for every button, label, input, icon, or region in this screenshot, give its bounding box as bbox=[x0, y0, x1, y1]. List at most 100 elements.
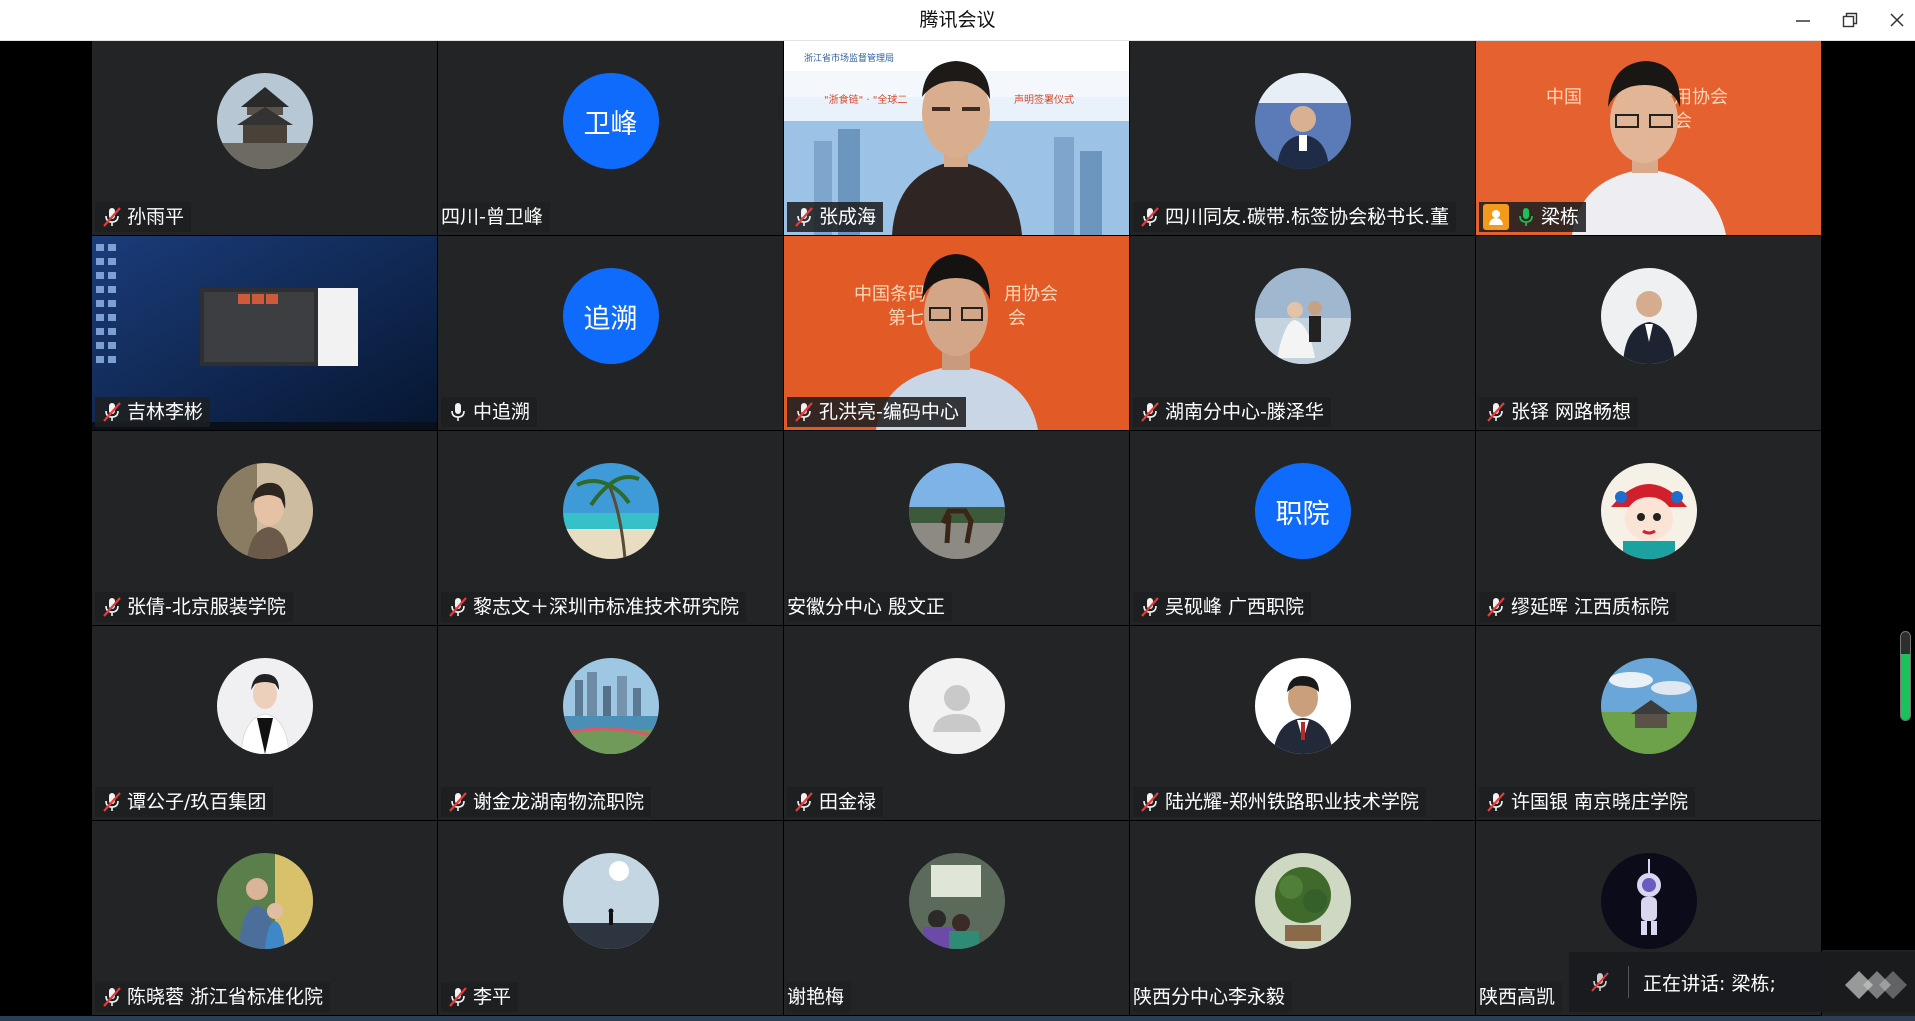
restore-button[interactable] bbox=[1835, 6, 1865, 34]
participant-name: 田金禄 bbox=[819, 791, 877, 813]
mic-muted-icon bbox=[1137, 594, 1163, 620]
svg-text:会: 会 bbox=[1008, 308, 1026, 329]
participant-tile[interactable]: 追溯 中追溯 bbox=[438, 236, 783, 430]
participant-tile[interactable]: 中国应用协会大会梁栋 bbox=[1476, 41, 1821, 235]
participant-tile[interactable]: 李平 bbox=[438, 821, 783, 1015]
participant-tile[interactable]: 职院吴砚峰 广西职院 bbox=[1130, 431, 1475, 625]
participant-tile[interactable]: 田金禄 bbox=[784, 626, 1129, 820]
muted-mic-icon[interactable] bbox=[1582, 964, 1618, 1000]
participant-name: 四川同友.碳带.标签协会秘书长.董 bbox=[1165, 206, 1450, 228]
avatar-initials: 追溯 bbox=[583, 303, 638, 335]
name-tag: 谢金龙湖南物流职院 bbox=[441, 787, 652, 817]
name-tag: 四川-曾卫峰 bbox=[441, 202, 550, 232]
participant-name: 谢艳梅 bbox=[787, 986, 845, 1008]
minimize-icon bbox=[1796, 20, 1810, 22]
participant-tile[interactable]: 陈晓蓉 浙江省标准化院 bbox=[92, 821, 437, 1015]
minimize-button[interactable] bbox=[1788, 6, 1818, 34]
participant-tile[interactable]: 陕西分中心李永毅 bbox=[1130, 821, 1475, 1015]
avatar-initials: 职院 bbox=[1275, 498, 1330, 530]
name-tag: 四川同友.碳带.标签协会秘书长.董 bbox=[1133, 202, 1457, 232]
avatar bbox=[216, 73, 313, 169]
title-bar: 腾讯会议 bbox=[0, 0, 1915, 41]
name-tag: 许国银 南京晓庄学院 bbox=[1479, 787, 1696, 817]
participant-name: 吉林李彬 bbox=[127, 401, 204, 423]
name-tag: 陕西分中心李永毅 bbox=[1133, 982, 1293, 1012]
participant-tile[interactable]: 孙雨平 bbox=[92, 41, 437, 235]
participant-tile[interactable]: 张铎 网路畅想 bbox=[1476, 236, 1821, 430]
participant-tile[interactable]: 中国条码 用协会 第七 会孔洪亮-编码中心 bbox=[784, 236, 1129, 430]
participant-tile[interactable]: 安徽分中心 殷文正 bbox=[784, 431, 1129, 625]
participant-tile[interactable]: 湖南分中心-滕泽华 bbox=[1130, 236, 1475, 430]
participant-name: 陕西分中心李永毅 bbox=[1133, 986, 1286, 1008]
avatar bbox=[216, 853, 313, 949]
name-tag: 梁栋 bbox=[1479, 202, 1587, 232]
name-tag: 谢艳梅 bbox=[787, 982, 852, 1012]
participant-name: 谭公子/玖百集团 bbox=[127, 791, 267, 813]
avatar bbox=[908, 853, 1005, 949]
participant-name: 张铎 网路畅想 bbox=[1511, 401, 1632, 423]
participant-name: 黎志文＋深圳市标准技术研究院 bbox=[473, 596, 740, 618]
participant-tile[interactable]: 谭公子/玖百集团 bbox=[92, 626, 437, 820]
window-title: 腾讯会议 bbox=[919, 9, 996, 31]
avatar bbox=[1600, 463, 1697, 559]
mic-muted-icon bbox=[1137, 789, 1163, 815]
name-tag: 陆光耀-郑州铁路职业技术学院 bbox=[1133, 787, 1426, 817]
mic-muted-icon bbox=[1137, 399, 1163, 425]
name-tag: 张铎 网路畅想 bbox=[1479, 397, 1639, 427]
avatar bbox=[562, 658, 659, 754]
name-tag: 孙雨平 bbox=[95, 202, 192, 232]
avatar bbox=[908, 463, 1005, 559]
participant-name: 湖南分中心-滕泽华 bbox=[1165, 401, 1324, 423]
participant-name: 安徽分中心 殷文正 bbox=[787, 596, 946, 618]
participant-tile[interactable]: 张倩-北京服装学院 bbox=[92, 431, 437, 625]
avatar bbox=[1254, 658, 1351, 754]
participant-name: 孙雨平 bbox=[127, 206, 185, 228]
name-tag: 谭公子/玖百集团 bbox=[95, 787, 274, 817]
name-tag: 安徽分中心 殷文正 bbox=[787, 592, 953, 622]
avatar bbox=[562, 463, 659, 559]
close-button[interactable] bbox=[1882, 6, 1912, 34]
participant-tile[interactable]: 许国银 南京晓庄学院 bbox=[1476, 626, 1821, 820]
svg-text:声明签署仪式: 声明签署仪式 bbox=[1014, 93, 1074, 106]
avatar: 卫峰 bbox=[562, 73, 659, 169]
name-tag: 张倩-北京服装学院 bbox=[95, 592, 293, 622]
participant-name: 陕西高凯 bbox=[1479, 986, 1556, 1008]
participant-name: 梁栋 bbox=[1541, 206, 1580, 228]
participant-tile[interactable]: 缪延晖 江西质标院 bbox=[1476, 431, 1821, 625]
avatar bbox=[1254, 73, 1351, 169]
participant-tile[interactable]: 黎志文＋深圳市标准技术研究院 bbox=[438, 431, 783, 625]
mic-muted-icon bbox=[1137, 204, 1163, 230]
participant-tile[interactable]: 卫峰四川-曾卫峰 bbox=[438, 41, 783, 235]
mic-muted-icon bbox=[445, 789, 471, 815]
participant-tile[interactable]: 陆光耀-郑州铁路职业技术学院 bbox=[1130, 626, 1475, 820]
avatar bbox=[908, 658, 1005, 754]
participant-name: 四川-曾卫峰 bbox=[441, 206, 543, 228]
participant-tile[interactable]: 浙江省市场监督管理局 "浙食链" · "全球二 声明签署仪式张成海 bbox=[784, 41, 1129, 235]
svg-text:浙江省市场监督管理局: 浙江省市场监督管理局 bbox=[804, 52, 894, 64]
svg-text:"浙食链" · "全球二: "浙食链" · "全球二 bbox=[824, 93, 907, 106]
participant-tile[interactable]: 四川同友.碳带.标签协会秘书长.董 bbox=[1130, 41, 1475, 235]
mic-active-icon bbox=[1513, 204, 1539, 230]
mic-icon bbox=[445, 399, 471, 425]
mic-muted-icon bbox=[791, 399, 817, 425]
svg-text:中国条码: 中国条码 bbox=[854, 284, 926, 305]
name-tag: 吴砚峰 广西职院 bbox=[1133, 592, 1312, 622]
svg-text:中国: 中国 bbox=[1546, 87, 1582, 108]
host-icon bbox=[1483, 204, 1509, 230]
avatar bbox=[1600, 268, 1697, 364]
participant-name: 吴砚峰 广西职院 bbox=[1165, 596, 1305, 618]
mic-muted-icon bbox=[445, 594, 471, 620]
avatar bbox=[1254, 853, 1351, 949]
participant-name: 孔洪亮-编码中心 bbox=[819, 401, 959, 423]
name-tag: 张成海 bbox=[787, 202, 884, 232]
mic-muted-icon bbox=[99, 789, 125, 815]
name-tag: 陈晓蓉 浙江省标准化院 bbox=[95, 982, 331, 1012]
meeting-stage: 孙雨平 卫峰四川-曾卫峰 浙江省市场监督管理局 "浙食链" · "全球二 声明签署仪式张… bbox=[0, 41, 1915, 1016]
name-tag: 李平 bbox=[441, 982, 519, 1012]
participant-tile[interactable]: 吉林李彬 bbox=[92, 236, 437, 430]
participant-tile[interactable]: 谢金龙湖南物流职院 bbox=[438, 626, 783, 820]
mic-level-fill bbox=[1901, 654, 1910, 720]
name-tag: 陕西高凯 bbox=[1479, 982, 1563, 1012]
participant-tile[interactable]: 谢艳梅 bbox=[784, 821, 1129, 1015]
name-tag: 吉林李彬 bbox=[95, 397, 211, 427]
